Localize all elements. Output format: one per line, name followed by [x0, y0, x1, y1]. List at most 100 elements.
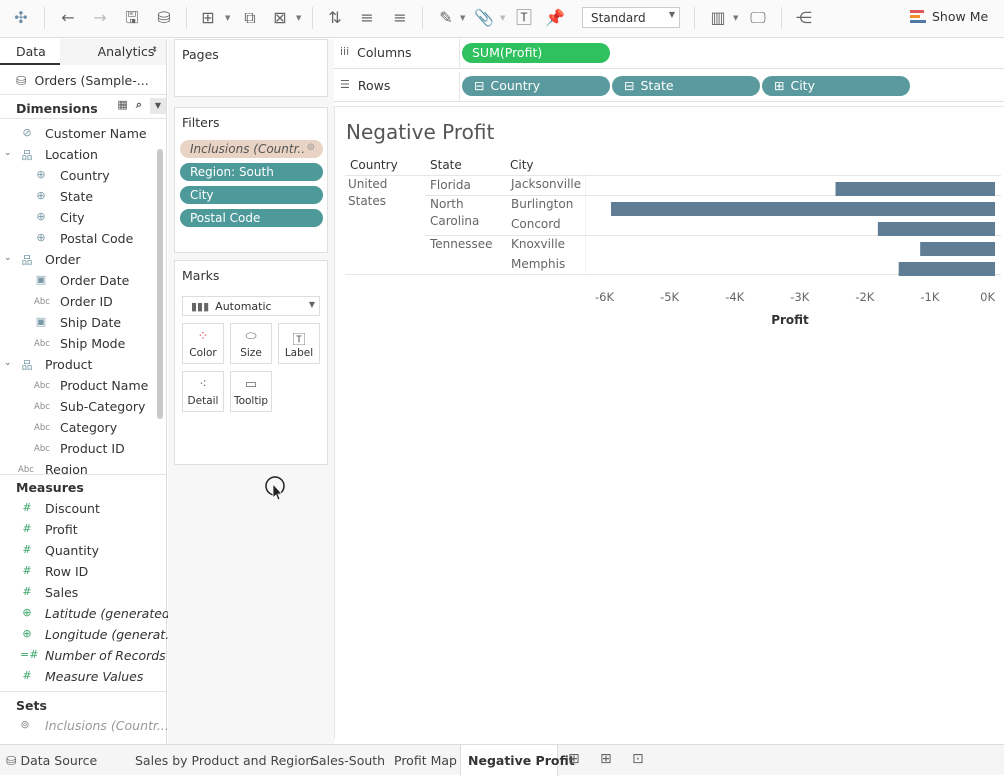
measure-field-label: Longitude (generat... [45, 627, 178, 642]
dimension-field[interactable]: Abc Ship Mode [0, 333, 150, 354]
detail-mark-button[interactable]: ⁖ Detail [182, 371, 224, 412]
rows-shelf[interactable]: ☰ Rows ⊟ Country ⊟ State ⊞ City [334, 72, 1004, 102]
dimension-field[interactable]: ⌄ 品 Location [0, 144, 150, 165]
dimension-field[interactable]: ⊕ Postal Code [0, 228, 150, 249]
sort-descending-icon[interactable]: ≡ [388, 7, 412, 29]
dimension-field[interactable]: ⌄ 品 Product [0, 354, 150, 375]
collapse-icon[interactable]: ⊟ [624, 78, 634, 93]
mark-type-select[interactable]: ▮▮▮ Automatic ▼ [182, 296, 320, 316]
swap-icon[interactable]: ⇅ [323, 7, 347, 29]
save-icon[interactable]: 🖫 [120, 7, 144, 29]
label-mark-button[interactable]: 🅃 Label [278, 323, 320, 364]
tooltip-mark-button[interactable]: ▭ Tooltip [230, 371, 272, 412]
collapse-icon[interactable]: ⊟ [474, 78, 484, 93]
expand-icon[interactable]: ⊞ [774, 78, 784, 93]
search-icon[interactable]: ⌕ [136, 98, 142, 114]
city-label: Concord [511, 217, 561, 231]
measure-field[interactable]: # Quantity [0, 540, 166, 561]
bar-memphis[interactable] [898, 262, 995, 276]
measure-field[interactable]: ⊕ Longitude (generat... [0, 624, 177, 645]
bar-burlington[interactable] [611, 202, 995, 216]
filter-pill[interactable]: Postal Code [180, 209, 323, 227]
bar-jacksonville[interactable] [835, 182, 995, 196]
bar-concord[interactable] [877, 222, 995, 236]
chevron-down-icon[interactable]: ⌄ [4, 358, 12, 368]
sort-ascending-icon[interactable]: ≡ [355, 7, 379, 29]
new-worksheet-icon[interactable]: ⊞ [196, 7, 220, 29]
show-me-button[interactable]: Show Me [910, 9, 988, 24]
filter-pill[interactable]: Region: South [180, 163, 323, 181]
dimension-field[interactable]: ⌄ 品 Order [0, 249, 150, 270]
row-pill[interactable]: ⊟ State [612, 76, 760, 96]
filter-pill[interactable]: City [180, 186, 323, 204]
pages-card[interactable]: Pages [174, 39, 328, 97]
redo-icon[interactable]: → [88, 7, 112, 29]
dimension-field[interactable]: Abc Region [0, 459, 150, 474]
bar-knoxville[interactable] [920, 242, 995, 256]
dimension-field[interactable]: Abc Sub-Category [0, 396, 150, 417]
dimension-field[interactable]: ⊕ State [0, 186, 150, 207]
size-mark-button[interactable]: ⬭ Size [230, 323, 272, 364]
dimensions-scrollbar[interactable] [157, 149, 163, 419]
measure-field[interactable]: # Row ID [0, 561, 166, 582]
tab-data[interactable]: Data [0, 39, 60, 65]
measure-field[interactable]: # Profit [0, 519, 166, 540]
chevron-down-icon[interactable]: ⌄ [4, 148, 12, 158]
duplicate-sheet-icon[interactable]: ⧉ [238, 7, 262, 29]
measures-list: # Discount # Profit # Quantity # Row ID # Sales ⊕ L… [0, 498, 177, 687]
dimension-field[interactable]: Abc Order ID [0, 291, 150, 312]
measure-field[interactable]: # Discount [0, 498, 166, 519]
datasource-item[interactable]: ⛁ Orders (Sample-... [0, 65, 166, 95]
presentation-icon[interactable]: 🖵 [746, 7, 770, 29]
show-labels-icon[interactable]: 🅃 [512, 7, 536, 29]
pin-icon[interactable]: 📌 [543, 7, 567, 29]
measure-field[interactable]: # Sales [0, 582, 166, 603]
dimension-field[interactable]: ▣ Order Date [0, 270, 150, 291]
set-field[interactable]: ⊚ Inclusions (Countr... [0, 715, 168, 736]
highlight-icon[interactable]: ✎ [434, 7, 458, 29]
new-datasource-icon[interactable]: ⛁ [152, 7, 176, 29]
x-tick-label: -1K [920, 290, 939, 304]
dimension-field-label: Sub-Category [60, 399, 146, 414]
tab-sheet-active[interactable]: Negative Profit [460, 745, 575, 776]
share-icon[interactable]: ⋲ [792, 7, 816, 29]
cards-icon[interactable]: ▥ [706, 7, 730, 29]
row-pill[interactable]: ⊟ Country [462, 76, 610, 96]
filter-pill[interactable]: Inclusions (Countr.. ⊚ [180, 140, 323, 158]
dimension-field[interactable]: Abc Product ID [0, 438, 150, 459]
dimension-field[interactable]: Abc Category [0, 417, 150, 438]
column-pill[interactable]: SUM(Profit) [462, 43, 610, 63]
dimension-field[interactable]: ⊕ Country [0, 165, 150, 186]
dimension-field[interactable]: ⊘ Customer Name [0, 123, 150, 144]
dimensions-menu-icon[interactable]: ▼ [150, 98, 166, 114]
tableau-logo-icon[interactable]: ✣ [9, 7, 33, 29]
measure-field[interactable]: =# Number of Records [0, 645, 166, 666]
row-state: North Carolina [430, 197, 480, 228]
clear-sheet-icon[interactable]: ⊠ [268, 7, 292, 29]
group-icon[interactable]: 📎 [472, 7, 496, 29]
color-mark-button[interactable]: ⁘ Color [182, 323, 224, 364]
new-worksheet-icon[interactable]: ⊞ [568, 751, 580, 767]
measure-field[interactable]: ⊕ Latitude (generated) [0, 603, 174, 624]
new-story-icon[interactable]: ⊡ [632, 751, 644, 767]
header-state: State [430, 158, 462, 172]
measure-field-label: Number of Records [45, 648, 166, 663]
grid-view-icon[interactable]: ▦ [117, 98, 127, 114]
undo-icon[interactable]: ← [56, 7, 80, 29]
new-dashboard-icon[interactable]: ⊞ [600, 751, 612, 767]
tab-sheet[interactable]: Sales-South [311, 745, 385, 776]
tab-sheet[interactable]: Sales by Product and Region [135, 745, 313, 776]
columns-shelf[interactable]: iii Columns SUM(Profit) [334, 39, 1004, 69]
tab-analytics[interactable]: Analytics ⬍ [59, 39, 166, 65]
x-tick-label: -5K [660, 290, 679, 304]
row-pill[interactable]: ⊞ City [762, 76, 910, 96]
tab-sheet[interactable]: Profit Map [394, 745, 457, 776]
tab-data-source[interactable]: ⛁ Data Source [6, 745, 97, 776]
chevron-down-icon[interactable]: ⌄ [4, 253, 12, 263]
dimension-field[interactable]: ⊕ City [0, 207, 150, 228]
dimension-field[interactable]: Abc Product Name [0, 375, 150, 396]
measure-field[interactable]: # Measure Values [0, 666, 166, 687]
filters-card[interactable]: Filters Inclusions (Countr.. ⊚ Region: Sou… [174, 107, 328, 253]
dimension-field[interactable]: ▣ Ship Date [0, 312, 150, 333]
fit-select[interactable]: Standard ▼ [582, 7, 680, 28]
